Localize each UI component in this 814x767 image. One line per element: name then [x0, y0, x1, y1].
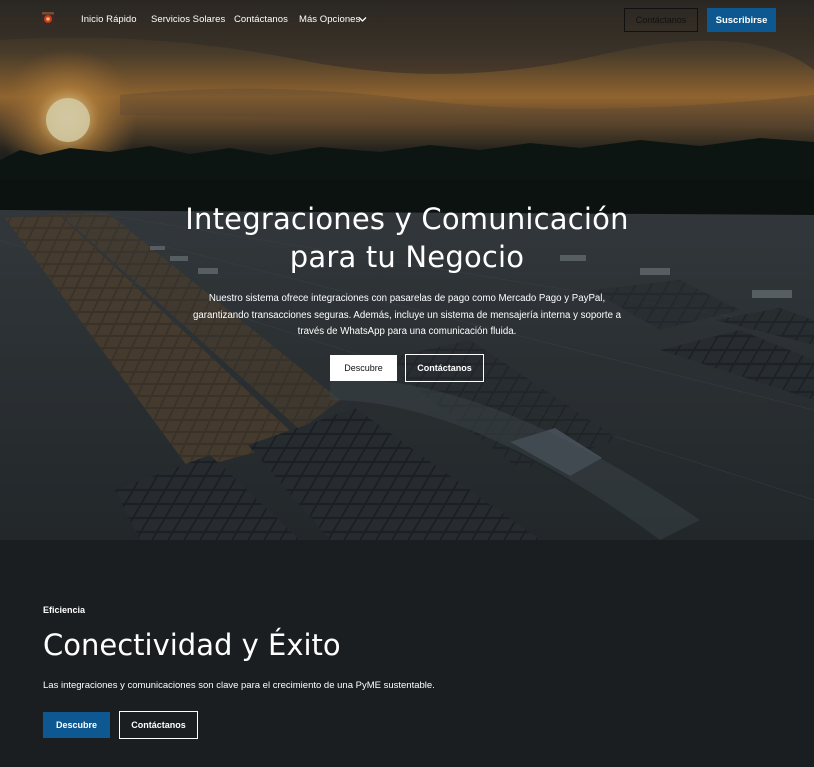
logo-icon[interactable]	[40, 11, 56, 27]
section-description: Las integraciones y comunicaciones son c…	[43, 680, 435, 691]
hero-discover-button[interactable]: Descubre	[330, 355, 397, 381]
section-eyebrow: Eficiencia	[43, 605, 86, 615]
hero-title-line1: Integraciones y Comunicación	[185, 202, 629, 236]
nav-link-mas-opciones[interactable]: Más Opciones	[299, 14, 360, 25]
nav-contact-button[interactable]: Contáctanos	[624, 8, 698, 32]
hero-section: Inicio Rápido Servicios Solares Contácta…	[0, 0, 814, 540]
nav-link-inicio-rapido[interactable]: Inicio Rápido	[81, 14, 137, 25]
section-title: Conectividad y Éxito	[43, 628, 341, 662]
hero-title: Integraciones y Comunicación para tu Neg…	[157, 200, 657, 276]
section-contact-button[interactable]: Contáctanos	[119, 711, 198, 739]
chevron-down-icon[interactable]	[358, 16, 367, 23]
efficiency-section: Eficiencia Conectividad y Éxito Las inte…	[0, 540, 814, 767]
section-discover-button[interactable]: Descubre	[43, 712, 110, 738]
subscribe-button[interactable]: Suscribirse	[707, 8, 776, 32]
top-navigation: Inicio Rápido Servicios Solares Contácta…	[0, 0, 814, 40]
hero-contact-button[interactable]: Contáctanos	[405, 354, 484, 382]
nav-link-servicios-solares[interactable]: Servicios Solares	[151, 14, 225, 25]
hero-description: Nuestro sistema ofrece integraciones con…	[192, 293, 622, 337]
nav-link-contactanos[interactable]: Contáctanos	[234, 14, 288, 25]
hero-title-line2: para tu Negocio	[289, 240, 525, 274]
